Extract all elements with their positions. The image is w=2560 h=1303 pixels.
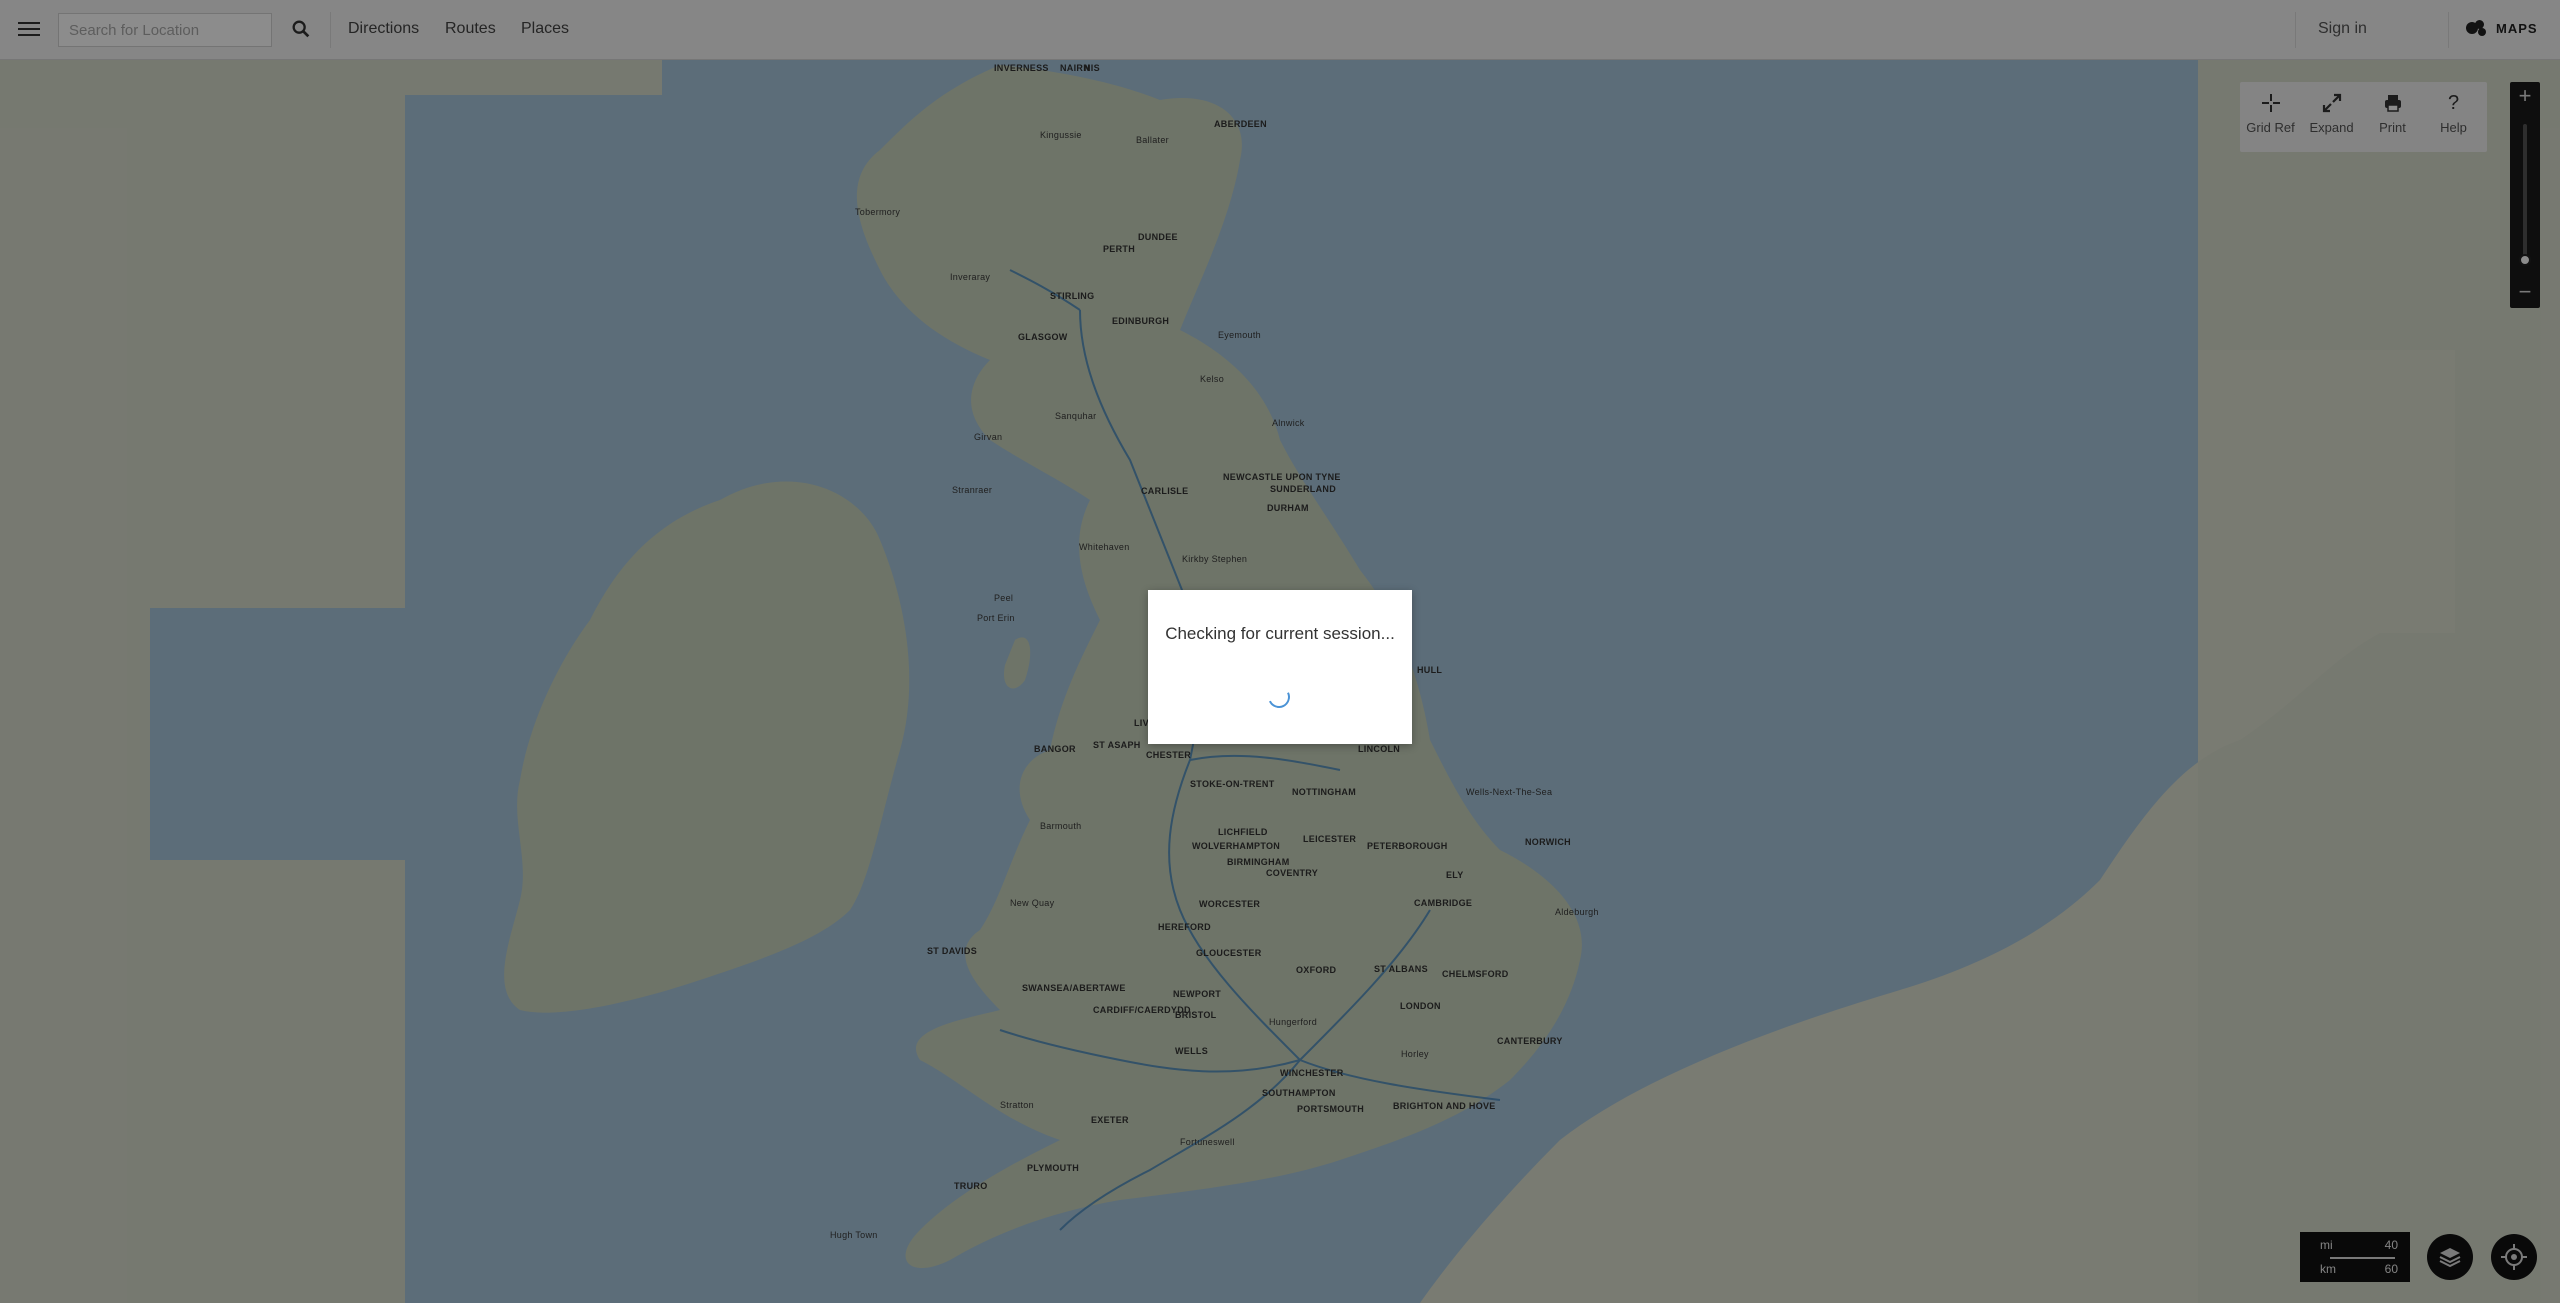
loading-spinner-icon bbox=[1264, 682, 1294, 712]
dialog-message: Checking for current session... bbox=[1165, 624, 1395, 643]
session-check-dialog: Checking for current session... bbox=[1148, 590, 1412, 744]
